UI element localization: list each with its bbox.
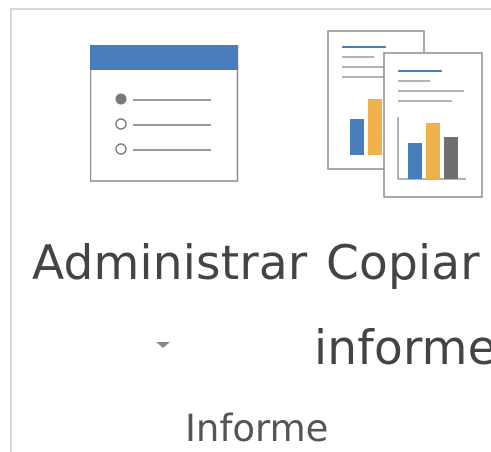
chevron-down-icon[interactable] [156,342,170,348]
list-window-icon [89,45,240,189]
copy-report-button[interactable]: Copiar informe [314,20,491,390]
copy-report-label-line2: informe [314,321,491,376]
ribbon-left-border [10,8,12,452]
copy-report-label-line1: Copiar [326,236,480,291]
ribbon-group-informe: Administrar Copiar informe Informe [0,0,491,452]
manage-button[interactable]: Administrar [22,20,312,390]
manage-button-label: Administrar [32,236,308,291]
ribbon-top-border [10,8,491,10]
group-label: Informe [185,407,329,450]
copy-report-icon [326,29,491,203]
